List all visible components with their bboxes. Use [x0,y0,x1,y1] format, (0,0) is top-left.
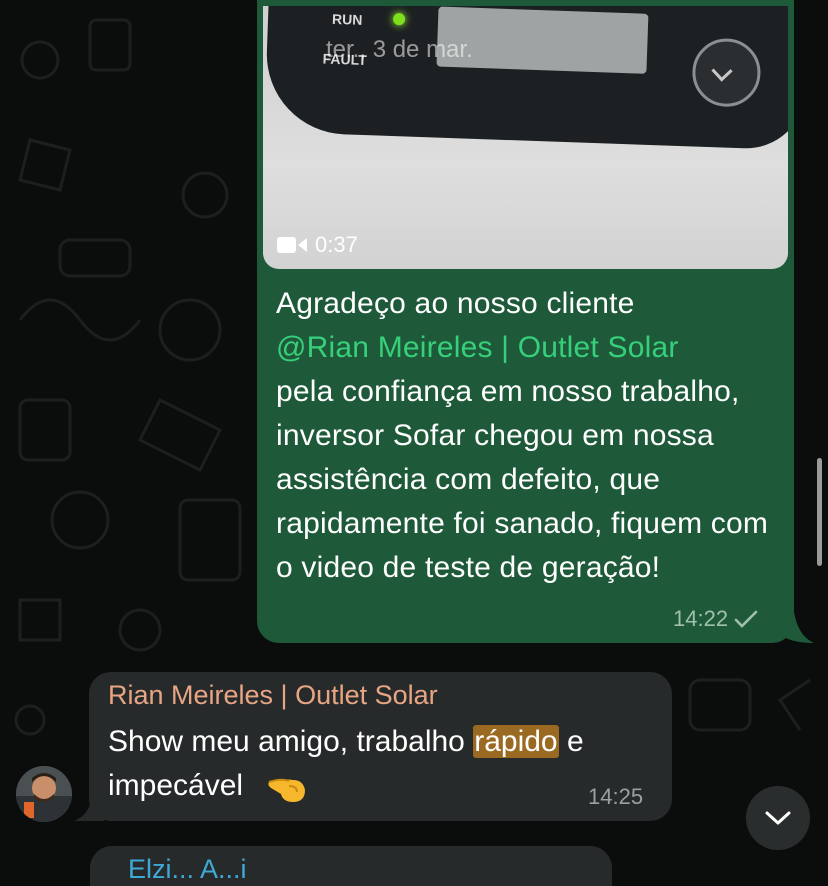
sender-name[interactable]: Rian Meireles | Outlet Solar [108,680,438,711]
device-knob [691,37,762,108]
incoming-message-text: Show meu amigo, trabalho rápido e impecá… [108,720,668,808]
incoming-text-part1: Show meu amigo, trabalho [108,725,474,758]
pointing-left-emoji-icon [268,778,306,803]
device-label-run: RUN [331,10,363,28]
outgoing-bubble-tail [780,612,814,643]
avatar[interactable] [16,766,72,822]
video-attachment[interactable]: RUN FAULT ter., 3 de mar. 0:37 [263,6,788,269]
message-text-body: pela confiança em nosso trabalho, invers… [276,375,769,584]
video-info: 0:37 [277,232,358,258]
next-sender-name: Elzi... A...i [128,854,247,884]
run-led-indicator [392,12,406,26]
search-highlight: rápido [473,725,559,758]
outgoing-message-text: Agradeço ao nosso cliente @Rian Meireles… [276,282,776,590]
scrollbar-thumb[interactable] [817,458,822,566]
outgoing-message-meta: 14:22 [673,606,758,632]
video-date-overlay: ter., 3 de mar. [326,36,473,63]
chevron-down-icon [765,811,791,825]
sent-check-icon [734,610,758,628]
message-text-intro: Agradeço ao nosso cliente [276,287,635,320]
outgoing-timestamp: 14:22 [673,606,729,631]
video-camera-icon [277,237,307,253]
video-duration: 0:37 [315,232,358,257]
scroll-to-bottom-button[interactable] [746,786,810,850]
inverter-device-image: RUN FAULT [264,6,788,151]
incoming-timestamp: 14:25 [588,784,644,809]
user-mention-link[interactable]: @Rian Meireles | Outlet Solar [276,331,679,364]
incoming-bubble-tail [74,795,104,821]
